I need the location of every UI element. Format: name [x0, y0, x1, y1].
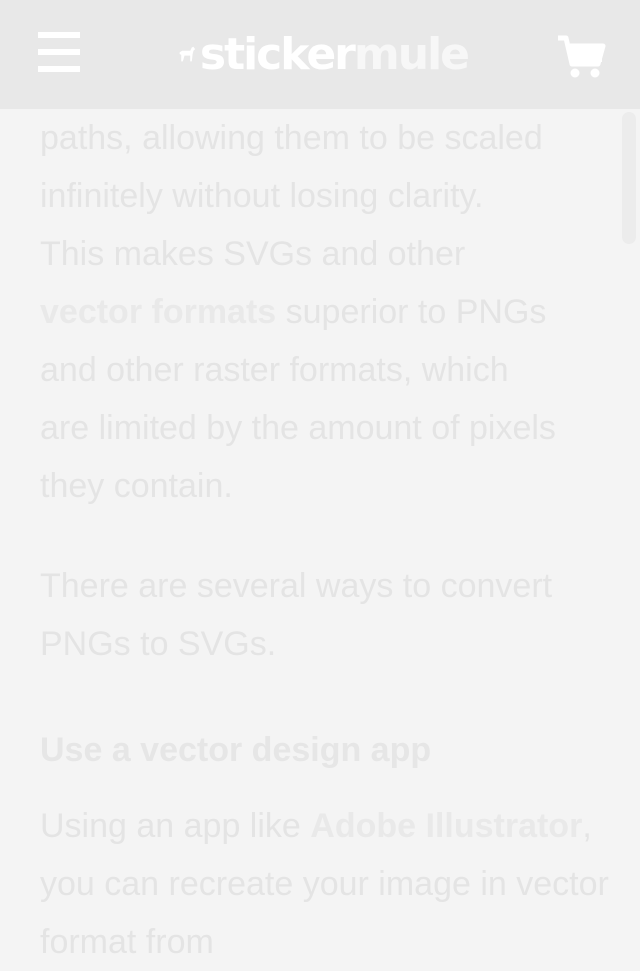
paragraph-text: they contain. — [40, 467, 233, 505]
paragraph-text: paths, allowing them to be scaled — [40, 119, 543, 157]
vector-formats-link[interactable]: vector formats — [40, 293, 276, 331]
adobe-illustrator-link[interactable]: Adobe Illustrator — [310, 807, 582, 845]
page-scrollbar[interactable] — [622, 112, 636, 244]
article-paragraph: paths, allowing them to be scaled infini… — [40, 109, 610, 515]
paragraph-text: are limited by the amount of pixels — [40, 409, 556, 447]
article-body: paths, allowing them to be scaled infini… — [40, 109, 610, 971]
paragraph-text: This makes SVGs and other — [40, 235, 466, 273]
article-paragraph: Using an app like Adobe Illustrator, you… — [40, 797, 610, 971]
paragraph-text: and other raster formats, which — [40, 351, 509, 389]
section-heading: Use a vector design app — [40, 731, 432, 769]
sticker-mule-logo[interactable]: sticker mule — [178, 26, 470, 82]
logo-text-mule: mule — [353, 28, 470, 80]
paragraph-text: infinitely without losing clarity. — [40, 177, 484, 215]
article-paragraph: There are several ways to convert PNGs t… — [40, 567, 553, 663]
paragraph-text: Using an app like — [40, 807, 311, 845]
top-navigation-bar: sticker mule — [0, 0, 640, 109]
paragraph-text: superior to PNGs — [276, 293, 547, 331]
hamburger-menu-icon[interactable] — [36, 32, 82, 74]
logo-text-sticker: sticker — [199, 28, 356, 80]
shopping-cart-icon[interactable] — [556, 34, 606, 80]
mule-icon — [179, 46, 196, 62]
